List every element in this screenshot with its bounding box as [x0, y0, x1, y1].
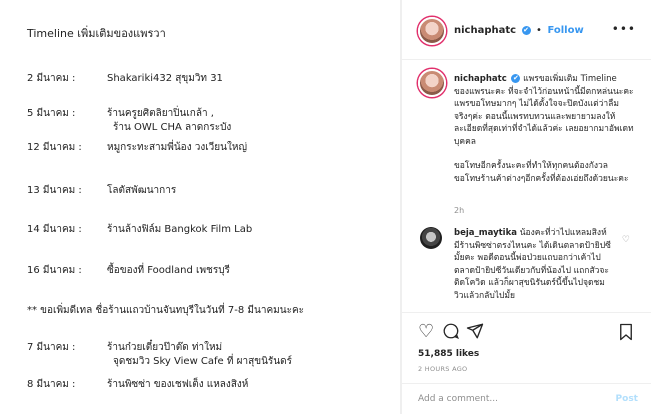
comment-icon[interactable]	[442, 322, 460, 344]
entry-text: ร้านก๋วยเตี๋ยวป๊าต๊ด ท่าใหม่	[107, 342, 223, 353]
caption-time: 2h	[454, 206, 465, 215]
avatar[interactable]	[418, 17, 446, 45]
caption-body-2: ขอโทษอีกครั้งนะคะที่ทำให้ทุกคนต้องกังวล …	[454, 161, 629, 184]
more-options-icon[interactable]: •••	[612, 22, 636, 36]
comment-input[interactable]	[418, 394, 598, 404]
entry-text: ร้านล้างฟิล์ม Bangkok Film Lab	[107, 224, 253, 235]
entry-date: 2 มีนาคม :	[27, 73, 76, 84]
like-icon[interactable]: ♡	[418, 323, 434, 341]
post-header: nichaphatc ✔ • Follow •••	[402, 0, 651, 60]
entry-text-secondary: ร้าน OWL CHA ลาดกระบัง	[113, 122, 232, 133]
entry-text: โลตัสพัฒนาการ	[107, 185, 177, 196]
entry-text: ซื้อของที่ Foodland เพชรบุรี	[107, 265, 230, 276]
entry-date: 5 มีนาคม :	[27, 108, 76, 119]
follow-button[interactable]: Follow	[547, 25, 583, 36]
note-text: ** ขอเพิ่มดีเทล ชื่อร้านแถวบ้านจันทบุรีใ…	[27, 305, 305, 316]
post-actions: ♡ 51,885 likes 2 HOURS AGO	[402, 312, 651, 382]
likes-count[interactable]: 51,885 likes	[418, 349, 479, 359]
post-image: Timeline เพิ่มเติมของแพรวา 2 มีนาคม : Sh…	[0, 0, 401, 414]
username-link[interactable]: nichaphatc	[454, 25, 516, 36]
caption-text: nichaphatc ✔ แพรขอเพิ่มเติม Timeline ของ…	[454, 73, 634, 185]
entry-text: ร้านพิซซ่า ของเชฟเต็ง แหลงสิงห์	[107, 379, 249, 390]
separator-dot: •	[536, 25, 542, 36]
post-comment-button[interactable]: Post	[616, 394, 638, 404]
entry-date: 7 มีนาคม :	[27, 342, 76, 353]
verified-badge-icon: ✔	[521, 26, 531, 35]
document-title: Timeline เพิ่มเติมของแพรวา	[27, 27, 166, 40]
verified-badge-icon: ✔	[511, 74, 521, 83]
post-time: 2 HOURS AGO	[418, 365, 468, 373]
entry-date: 13 มีนาคม :	[27, 185, 82, 196]
add-comment-bar: Post	[402, 383, 651, 414]
entry-date: 8 มีนาคม :	[27, 379, 76, 390]
comments-section[interactable]: nichaphatc ✔ แพรขอเพิ่มเติม Timeline ของ…	[402, 61, 651, 311]
header-user: nichaphatc ✔ • Follow	[454, 25, 584, 36]
commenter-avatar[interactable]	[420, 227, 442, 249]
caption-username[interactable]: nichaphatc	[454, 74, 507, 84]
entry-text-secondary: จุดชมวิว Sky View Cafe ที่ ผาสุขนิรันดร์	[113, 356, 292, 367]
bookmark-icon[interactable]	[618, 323, 634, 345]
entry-date: 14 มีนาคม :	[27, 224, 82, 235]
entry-text: Shakariki432 สุขุมวิท 31	[107, 73, 223, 84]
entry-date: 16 มีนาคม :	[27, 265, 82, 276]
share-icon[interactable]	[466, 322, 484, 344]
comment-username[interactable]: beja_maytika	[454, 228, 517, 238]
entry-text: หมูกระทะสามพี่น้อง วงเวียนใหญ่	[107, 142, 247, 153]
entry-text: ร้านครูยศิตลิยาปิ่นเกล้า ,	[107, 108, 214, 119]
avatar[interactable]	[418, 69, 446, 97]
comment-like-icon[interactable]: ♡	[622, 235, 630, 245]
caption-body: แพรขอเพิ่มเติม Timeline ของแพรนะคะ ที่จะ…	[454, 74, 634, 147]
comment-body: น้องคะที่ว่าไปแหลมสิงห์ มีร้านพิซซ่าตรงไ…	[454, 228, 611, 301]
post-sidebar: nichaphatc ✔ • Follow ••• nichaphatc ✔ แ…	[401, 0, 651, 414]
entry-date: 12 มีนาคม :	[27, 142, 82, 153]
comment-text: beja_maytika น้องคะที่ว่าไปแหลมสิงห์ มีร…	[454, 227, 614, 302]
